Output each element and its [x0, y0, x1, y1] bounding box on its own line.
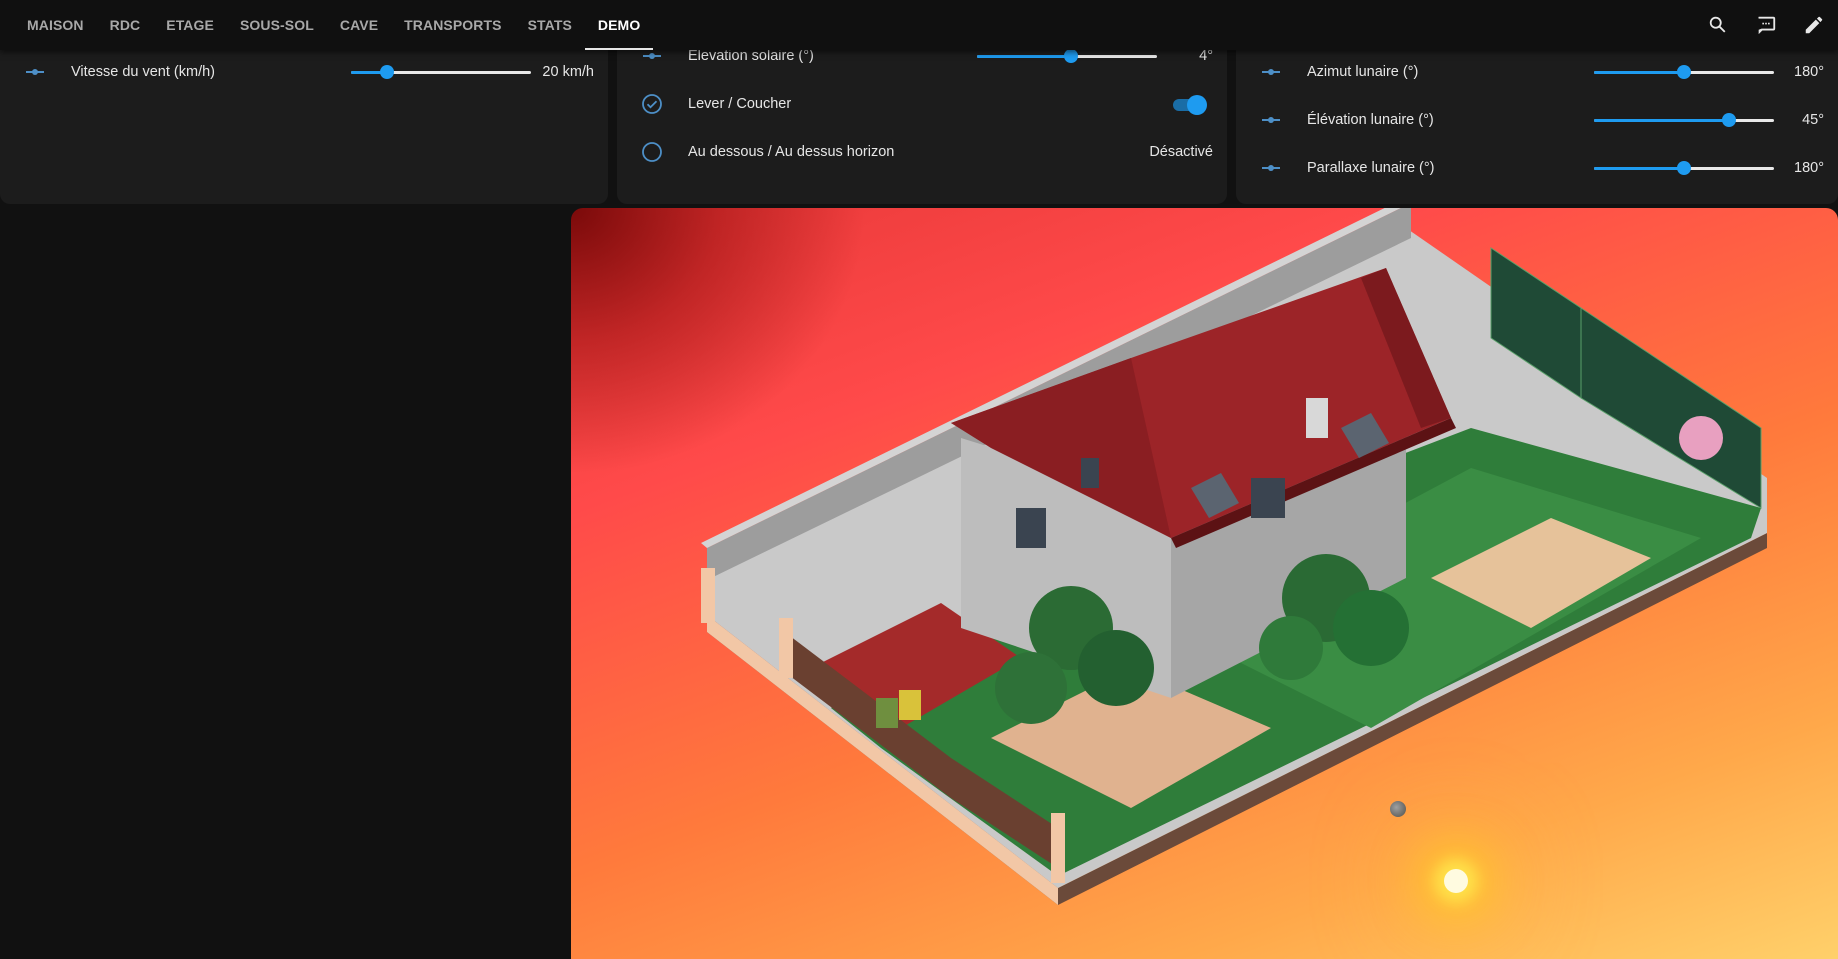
- view-tabs: MAISON RDC ETAGE SOUS-SOL CAVE TRANSPORT…: [14, 0, 654, 50]
- moon-parallax-row: Parallaxe lunaire (°) 180°: [1236, 144, 1838, 192]
- wind-speed-value: 20 km/h: [542, 64, 594, 80]
- moon-elevation-value: 45°: [1802, 112, 1824, 128]
- moon-parallax-label: Parallaxe lunaire (°): [1307, 160, 1435, 176]
- slider-entity-icon: [1258, 107, 1284, 133]
- moon-azimuth-value: 180°: [1794, 64, 1824, 80]
- slider-entity-icon: [22, 59, 48, 85]
- moon-marker: [1390, 801, 1406, 817]
- moon-azimuth-row: Azimut lunaire (°) 180°: [1236, 48, 1838, 96]
- wind-speed-label: Vitesse du vent (km/h): [71, 64, 215, 80]
- tab-etage[interactable]: ETAGE: [153, 0, 227, 50]
- check-circle-icon: [639, 91, 665, 117]
- chat-icon: [1758, 16, 1776, 35]
- isometric-house-illustration: [701, 208, 1767, 905]
- sun-marker: [1444, 869, 1468, 893]
- horizon-value: Désactivé: [1149, 144, 1213, 160]
- rise-set-row: Lever / Coucher: [617, 80, 1227, 128]
- edit-button[interactable]: [1790, 1, 1838, 49]
- moon-azimuth-slider[interactable]: [1594, 62, 1774, 82]
- moon-elevation-label: Élévation lunaire (°): [1307, 112, 1434, 128]
- top-app-bar: MAISON RDC ETAGE SOUS-SOL CAVE TRANSPORT…: [0, 0, 1838, 50]
- tab-cave[interactable]: CAVE: [327, 0, 391, 50]
- slider-entity-icon: [1258, 59, 1284, 85]
- search-icon: [1709, 16, 1726, 33]
- toolbar-actions: [1694, 0, 1838, 50]
- moon-azimuth-label: Azimut lunaire (°): [1307, 64, 1419, 80]
- sun-elevation-value: 4°: [1199, 48, 1213, 64]
- horizon-row: Au dessous / Au dessus horizon Désactivé: [617, 128, 1227, 176]
- circle-outline-icon: [639, 139, 665, 165]
- tab-rdc[interactable]: RDC: [97, 0, 154, 50]
- moon-parallax-slider[interactable]: [1594, 158, 1774, 178]
- rise-set-label: Lever / Coucher: [688, 96, 792, 112]
- sun-elevation-label: Élevation solaire (°): [688, 48, 814, 64]
- rise-set-toggle[interactable]: [1171, 94, 1207, 115]
- tab-demo[interactable]: DEMO: [584, 0, 654, 50]
- search-button[interactable]: [1694, 1, 1742, 49]
- tab-maison[interactable]: MAISON: [14, 0, 97, 50]
- horizon-label: Au dessous / Au dessus horizon: [688, 144, 895, 160]
- moon-elevation-slider[interactable]: [1594, 110, 1774, 130]
- house-scene: [571, 208, 1838, 959]
- wind-speed-row: Vitesse du vent (km/h) 20 km/h: [0, 48, 608, 96]
- moon-parallax-value: 180°: [1794, 160, 1824, 176]
- tab-sous-sol[interactable]: SOUS-SOL: [227, 0, 327, 50]
- tab-stats[interactable]: STATS: [515, 0, 585, 50]
- pencil-icon: [1805, 16, 1823, 34]
- tab-transports[interactable]: TRANSPORTS: [391, 0, 514, 50]
- assist-button[interactable]: [1742, 1, 1790, 49]
- moon-elevation-row: Élévation lunaire (°) 45°: [1236, 96, 1838, 144]
- slider-entity-icon: [1258, 155, 1284, 181]
- wind-speed-slider[interactable]: [351, 62, 531, 82]
